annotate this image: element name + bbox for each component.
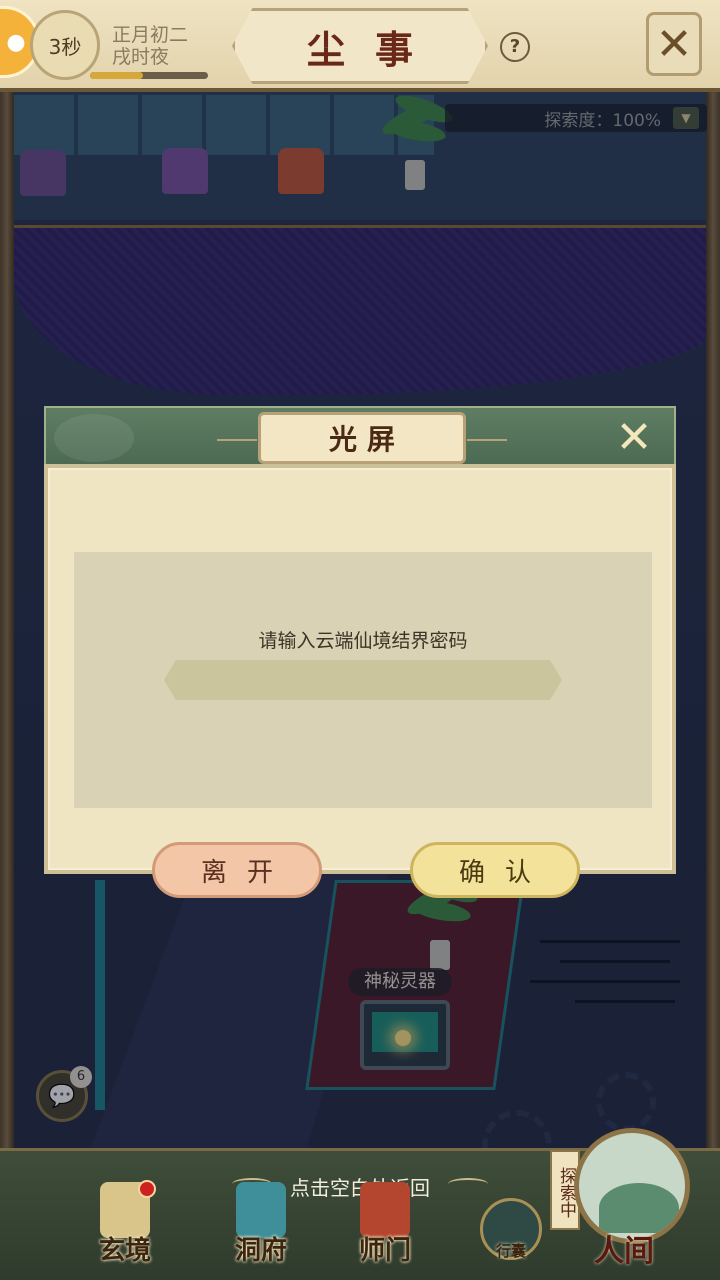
crossed-swords-icon[interactable]: ✕ xyxy=(646,12,702,76)
page-title: 尘事 xyxy=(306,26,443,72)
notification-dot xyxy=(138,1180,156,1198)
time-of-day: 戌时夜 xyxy=(112,46,170,68)
bag-label: 行囊 xyxy=(495,1242,526,1260)
world-label: 人间 xyxy=(594,1234,654,1269)
timer-badge: 3秒 xyxy=(30,10,100,80)
timer-text: 3秒 xyxy=(48,34,82,59)
dialog-body: 请输入云端仙境结界密码 离开 确认 xyxy=(44,464,676,898)
nav-label: 洞府 xyxy=(234,1236,287,1266)
time-progress-bar xyxy=(90,72,208,79)
dialog-header: 光屏 ✕ xyxy=(44,406,676,466)
nav-dongfu[interactable]: 洞府 xyxy=(216,1172,306,1276)
time-progress-fill xyxy=(90,72,144,79)
password-prompt: 请输入云端仙境结界密码 xyxy=(258,630,468,652)
top-header: ● 3秒 正月初二 戌时夜 尘事 ? ✕ xyxy=(0,0,720,92)
password-field[interactable] xyxy=(164,660,562,700)
nav-label: 玄境 xyxy=(98,1236,151,1266)
leave-button[interactable]: 离开 xyxy=(152,842,322,898)
input-panel: 请输入云端仙境结界密码 xyxy=(74,552,652,808)
dialog-title: 光屏 xyxy=(328,423,405,456)
dialog-title-plate: 光屏 xyxy=(217,412,507,464)
confirm-button[interactable]: 确认 xyxy=(410,842,580,898)
nav-label: 师门 xyxy=(358,1236,411,1266)
light-screen-dialog: 光屏 ✕ 请输入云端仙境结界密码 离开 确认 xyxy=(44,406,676,898)
title-plate: 尘事 xyxy=(232,8,488,84)
cloud-pattern-icon xyxy=(54,414,134,462)
nav-xuanjing[interactable]: 玄境 xyxy=(80,1172,170,1276)
help-button[interactable]: ? xyxy=(500,32,530,62)
close-x-icon[interactable]: ✕ xyxy=(612,416,656,460)
nav-shimen[interactable]: 师门 xyxy=(340,1172,430,1276)
